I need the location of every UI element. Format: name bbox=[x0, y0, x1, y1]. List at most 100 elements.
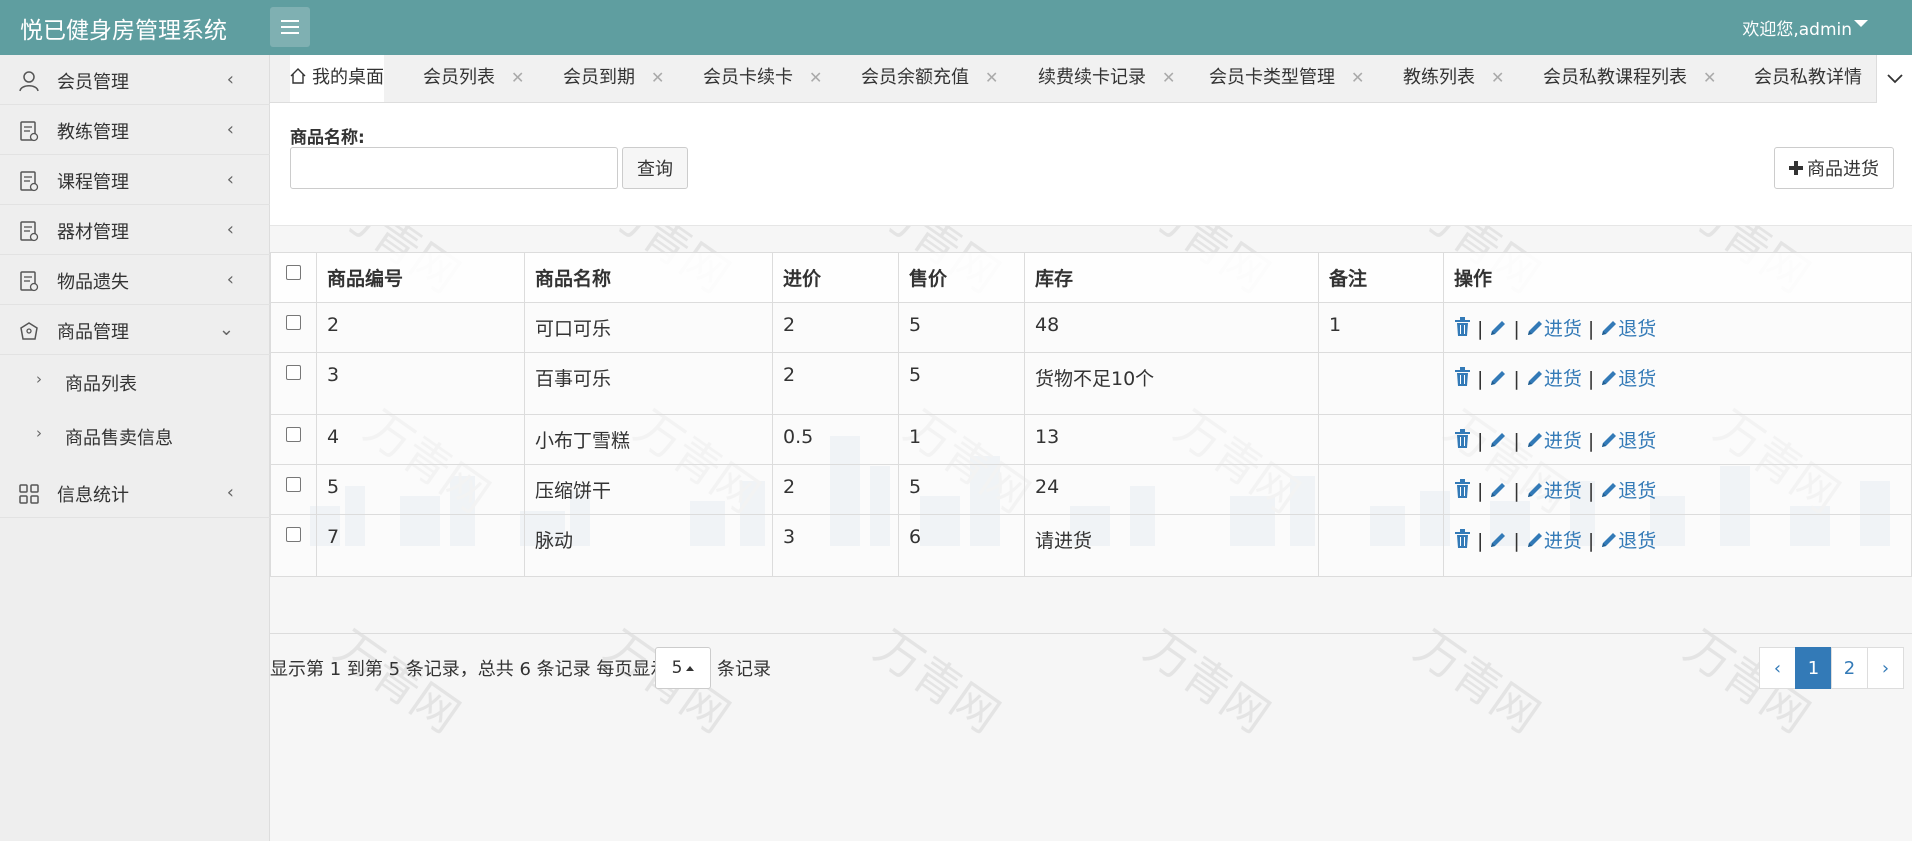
next-page-button[interactable]: › bbox=[1867, 647, 1904, 689]
close-icon[interactable]: ✕ bbox=[1491, 68, 1504, 87]
table-row[interactable]: 3 百事可乐 2 5 货物不足10个 | | 进货 | 退货 bbox=[270, 352, 1912, 415]
row-checkbox[interactable] bbox=[286, 427, 301, 442]
separator: | bbox=[1513, 318, 1520, 340]
edit-icon bbox=[1491, 483, 1506, 497]
col-header-note[interactable]: 备注 bbox=[1318, 252, 1444, 303]
cell-actions: | | 进货 | 退货 bbox=[1443, 414, 1912, 465]
query-button[interactable]: 查询 bbox=[622, 147, 688, 189]
page-button[interactable]: 1 bbox=[1795, 647, 1832, 689]
separator: | bbox=[1513, 480, 1520, 502]
close-icon[interactable]: ✕ bbox=[511, 68, 524, 87]
row-checkbox[interactable] bbox=[286, 527, 301, 542]
close-icon[interactable]: ✕ bbox=[809, 68, 822, 87]
stock-in-label: 商品进货 bbox=[1807, 159, 1879, 180]
close-icon[interactable]: ✕ bbox=[1351, 68, 1364, 87]
sidebar-item-label: 会员管理 bbox=[57, 72, 129, 93]
restock-link[interactable]: 进货 bbox=[1526, 368, 1582, 390]
sidebar-item[interactable]: 器材管理 ‹ bbox=[0, 205, 270, 255]
tab[interactable]: 会员私教详情 bbox=[1754, 55, 1862, 102]
page-button[interactable]: 2 bbox=[1831, 647, 1868, 689]
sidebar-subitem[interactable]: › 商品售卖信息 bbox=[0, 409, 270, 463]
stock-in-button[interactable]: 商品进货 bbox=[1774, 147, 1894, 189]
cell-id: 7 bbox=[316, 514, 525, 577]
trash-icon[interactable] bbox=[1454, 529, 1471, 549]
caret-down-icon[interactable] bbox=[1854, 20, 1868, 27]
sidebar-item[interactable]: 课程管理 ‹ bbox=[0, 155, 270, 205]
return-link[interactable]: 退货 bbox=[1600, 430, 1656, 452]
edit-button[interactable] bbox=[1489, 368, 1507, 390]
row-select-cell bbox=[270, 302, 317, 353]
row-checkbox[interactable] bbox=[286, 365, 301, 380]
separator: | bbox=[1513, 430, 1520, 452]
tab[interactable]: 会员卡续卡 ✕ bbox=[703, 55, 822, 102]
prev-page-button[interactable]: ‹ bbox=[1759, 647, 1796, 689]
trash-icon[interactable] bbox=[1454, 317, 1471, 337]
row-checkbox[interactable] bbox=[286, 477, 301, 492]
col-header-price[interactable]: 售价 bbox=[898, 252, 1025, 303]
restock-link[interactable]: 进货 bbox=[1526, 430, 1582, 452]
restock-link[interactable]: 进货 bbox=[1526, 318, 1582, 340]
product-name-input[interactable] bbox=[290, 147, 618, 189]
close-icon[interactable]: ✕ bbox=[1162, 68, 1175, 87]
restock-link[interactable]: 进货 bbox=[1526, 530, 1582, 552]
restock-link[interactable]: 进货 bbox=[1526, 480, 1582, 502]
pencil-icon bbox=[1602, 371, 1617, 385]
tab[interactable]: 会员卡类型管理 ✕ bbox=[1209, 55, 1364, 102]
sidebar-item[interactable]: 信息统计 ‹ bbox=[0, 468, 270, 518]
page-size-select[interactable]: 5 bbox=[655, 647, 711, 689]
pagination-info: 显示第 1 到第 5 条记录，总共 6 条记录 每页显示 bbox=[270, 659, 669, 680]
close-icon[interactable]: ✕ bbox=[1703, 68, 1716, 87]
tab[interactable]: 会员列表 ✕ bbox=[423, 55, 524, 102]
tab-label: 会员私教课程列表 bbox=[1543, 67, 1687, 88]
trash-icon[interactable] bbox=[1454, 429, 1471, 449]
return-link[interactable]: 退货 bbox=[1600, 368, 1656, 390]
table-row[interactable]: 4 小布丁雪糕 0.5 1 13 | | 进货 | 退货 bbox=[270, 414, 1912, 465]
row-checkbox[interactable] bbox=[286, 315, 301, 330]
chevron-icon: ‹ bbox=[226, 119, 234, 140]
separator: | bbox=[1477, 430, 1484, 452]
sidebar-item-label: 教练管理 bbox=[57, 122, 129, 143]
separator: | bbox=[1477, 368, 1484, 390]
table-row[interactable]: 7 脉动 3 6 请进货 | | 进货 | 退货 bbox=[270, 514, 1912, 577]
edit-button[interactable] bbox=[1489, 480, 1507, 502]
col-header-id[interactable]: 商品编号 bbox=[316, 252, 525, 303]
sidebar-item[interactable]: 物品遗失 ‹ bbox=[0, 255, 270, 305]
trash-icon[interactable] bbox=[1454, 479, 1471, 499]
tab[interactable]: 我的桌面 bbox=[290, 55, 384, 102]
return-link[interactable]: 退货 bbox=[1600, 318, 1656, 340]
return-link[interactable]: 退货 bbox=[1600, 480, 1656, 502]
menu-toggle-button[interactable] bbox=[270, 7, 310, 47]
cell-actions: | | 进货 | 退货 bbox=[1443, 464, 1912, 515]
return-link[interactable]: 退货 bbox=[1600, 530, 1656, 552]
grid-icon bbox=[18, 483, 40, 505]
col-header-stock[interactable]: 库存 bbox=[1024, 252, 1319, 303]
trash-icon[interactable] bbox=[1454, 367, 1471, 387]
sidebar-item[interactable]: 教练管理 ‹ bbox=[0, 105, 270, 155]
close-icon[interactable]: ✕ bbox=[651, 68, 664, 87]
separator: | bbox=[1587, 430, 1595, 452]
edit-button[interactable] bbox=[1489, 318, 1507, 340]
return-label: 退货 bbox=[1618, 318, 1657, 340]
sidebar-item[interactable]: 会员管理 ‹ bbox=[0, 55, 270, 105]
edit-button[interactable] bbox=[1489, 530, 1507, 552]
sidebar-item[interactable]: 商品管理 ⌄ bbox=[0, 305, 270, 355]
tab[interactable]: 续费续卡记录 ✕ bbox=[1038, 55, 1175, 102]
select-all-checkbox[interactable] bbox=[286, 265, 301, 280]
cell-price: 5 bbox=[898, 302, 1025, 353]
tab[interactable]: 会员余额充值 ✕ bbox=[861, 55, 998, 102]
table-header-row: 商品编号 商品名称 进价 售价 库存 备注 操作 bbox=[270, 252, 1912, 303]
edit-button[interactable] bbox=[1489, 430, 1507, 452]
tab[interactable]: 会员到期 ✕ bbox=[563, 55, 664, 102]
close-icon[interactable]: ✕ bbox=[985, 68, 998, 87]
tab-scroll-button[interactable] bbox=[1876, 55, 1912, 103]
table-row[interactable]: 2 可口可乐 2 5 48 1 | | 进货 | 退货 bbox=[270, 302, 1912, 353]
col-header-name[interactable]: 商品名称 bbox=[524, 252, 773, 303]
edit-icon bbox=[1491, 533, 1506, 547]
user-menu[interactable]: 欢迎您,admin bbox=[1742, 15, 1852, 40]
separator: | bbox=[1587, 530, 1595, 552]
table-row[interactable]: 5 压缩饼干 2 5 24 | | 进货 | 退货 bbox=[270, 464, 1912, 515]
tab[interactable]: 会员私教课程列表 ✕ bbox=[1543, 55, 1716, 102]
col-header-cost[interactable]: 进价 bbox=[772, 252, 899, 303]
tab[interactable]: 教练列表 ✕ bbox=[1403, 55, 1504, 102]
sidebar-subitem[interactable]: › 商品列表 bbox=[0, 355, 270, 409]
